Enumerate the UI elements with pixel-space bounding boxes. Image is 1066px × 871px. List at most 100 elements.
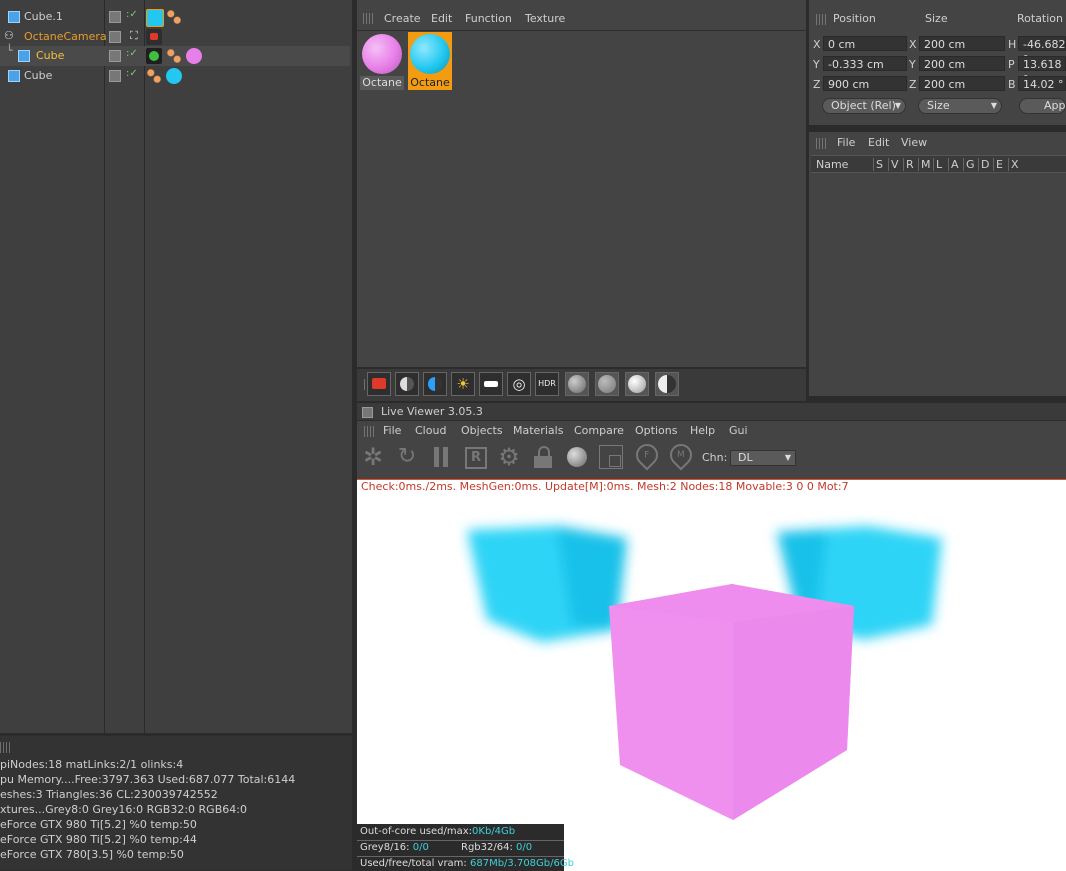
material-preview-sphere-icon[interactable] xyxy=(564,444,590,470)
object-row-octanecamera[interactable]: ⚇ OctaneCamera ⛶ xyxy=(0,27,350,47)
start-render-icon[interactable]: ✲ xyxy=(360,444,386,470)
viewer-menu-objects[interactable]: Objects xyxy=(461,424,503,437)
position-z-field[interactable]: 900 cm xyxy=(823,76,907,91)
diffuse-material-icon[interactable] xyxy=(395,372,419,396)
enabled-check-icon[interactable]: :✓ xyxy=(126,48,138,59)
focus-pick-icon[interactable]: F xyxy=(631,439,663,471)
layer-col-flag[interactable]: S xyxy=(873,158,888,171)
layer-col-flag[interactable]: X xyxy=(1008,158,1023,171)
hdr-environment-icon[interactable]: HDR xyxy=(535,372,559,396)
axis-label: Z xyxy=(813,78,821,91)
layer-col-flag[interactable]: G xyxy=(963,158,978,171)
clay-mode-icon[interactable] xyxy=(598,444,624,470)
size-z-field[interactable]: 200 cm xyxy=(919,76,1005,91)
target-icon[interactable]: ◎ xyxy=(507,372,531,396)
viewer-menu-cloud[interactable]: Cloud xyxy=(415,424,446,437)
render-camera-icon[interactable] xyxy=(367,372,391,396)
viewer-menu-file[interactable]: File xyxy=(383,424,401,437)
layer-flag-columns: SVRMLAGDEX xyxy=(873,158,1023,171)
material-tag-cyan[interactable] xyxy=(166,68,182,84)
material-pick-icon[interactable]: M xyxy=(665,439,697,471)
object-name: Cube.1 xyxy=(24,10,63,23)
cube-cyan-left xyxy=(467,526,627,642)
visibility-toggle[interactable] xyxy=(109,11,121,23)
enabled-check-icon[interactable]: :✓ xyxy=(126,9,138,20)
material-swatch-selected[interactable]: Octane xyxy=(408,32,452,90)
axis-label: Y xyxy=(813,58,820,71)
layer-col-flag[interactable]: L xyxy=(933,158,948,171)
region-render-icon[interactable]: R xyxy=(462,444,488,470)
menu-texture[interactable]: Texture xyxy=(525,12,565,25)
stats-line: eForce GTX 980 Ti[5.2] %0 temp:50 xyxy=(0,818,197,831)
octane-object-tag-icon[interactable] xyxy=(146,68,162,84)
visibility-toggle[interactable] xyxy=(109,31,121,43)
object-row-cube1[interactable]: Cube.1 :✓ xyxy=(0,7,350,27)
position-x-field[interactable]: 0 cm xyxy=(823,36,907,51)
size-x-field[interactable]: 200 cm xyxy=(919,36,1005,51)
menu-function[interactable]: Function xyxy=(465,12,512,25)
object-row-cube-child[interactable]: └ Cube :✓ xyxy=(0,44,350,66)
material-sphere-gray-icon[interactable] xyxy=(565,372,589,396)
visibility-toggle[interactable] xyxy=(109,50,121,62)
menu-edit[interactable]: Edit xyxy=(431,12,452,25)
rotation-h-field[interactable]: -46.682 ° xyxy=(1018,36,1066,66)
menu-create[interactable]: Create xyxy=(384,12,421,25)
pause-render-icon[interactable] xyxy=(428,444,454,470)
window-icon[interactable] xyxy=(362,407,373,418)
camera-target-icon[interactable]: ⛶ xyxy=(130,29,138,43)
area-light-icon[interactable] xyxy=(479,372,503,396)
phong-tag-icon[interactable] xyxy=(146,48,162,64)
layer-grip-icon[interactable] xyxy=(816,138,826,149)
layer-col-flag[interactable]: D xyxy=(978,158,993,171)
object-row-cube[interactable]: Cube :✓ xyxy=(0,66,350,86)
layer-menu-file[interactable]: File xyxy=(837,136,855,149)
stats-grip-icon[interactable] xyxy=(0,742,10,756)
camera-tag-icon[interactable] xyxy=(146,29,162,45)
viewer-menu-help[interactable]: Help xyxy=(690,424,715,437)
enabled-check-icon[interactable]: :✓ xyxy=(126,68,138,79)
octane-object-tag-icon[interactable] xyxy=(166,48,182,64)
apply-button[interactable]: Apply xyxy=(1019,98,1066,114)
material-sphere-metal-icon[interactable] xyxy=(595,372,619,396)
layer-col-flag[interactable]: R xyxy=(903,158,918,171)
viewer-menu-compare[interactable]: Compare xyxy=(574,424,624,437)
material-swatch[interactable]: Octane xyxy=(360,32,404,90)
lock-icon[interactable] xyxy=(530,444,556,470)
viewer-grip-icon[interactable] xyxy=(364,426,374,437)
glossy-material-icon[interactable] xyxy=(423,372,447,396)
position-y-field[interactable]: -0.333 cm xyxy=(823,56,907,71)
material-menu: Create Edit Function Texture xyxy=(357,8,806,31)
viewer-menu-materials[interactable]: Materials xyxy=(513,424,563,437)
stats-line: pu Memory....Free:3797.363 Used:687.077 … xyxy=(0,773,296,786)
layer-col-flag[interactable]: A xyxy=(948,158,963,171)
octane-object-tag-icon[interactable] xyxy=(166,9,182,25)
channel-label: Chn: xyxy=(702,451,728,464)
viewer-menu-options[interactable]: Options xyxy=(635,424,677,437)
coordinate-mode-dropdown[interactable]: Object (Rel) ▼ xyxy=(822,98,906,114)
overlay-line xyxy=(357,840,564,841)
coords-grip-icon[interactable] xyxy=(816,14,826,25)
channel-dropdown[interactable]: DL ▼ xyxy=(730,450,796,466)
layer-col-name[interactable]: Name xyxy=(816,158,848,171)
material-grip-icon[interactable] xyxy=(363,13,373,24)
rotation-p-field[interactable]: 13.618 ° xyxy=(1018,56,1066,86)
settings-gear-icon[interactable]: ⚙ xyxy=(496,444,522,470)
size-mode-dropdown[interactable]: Size ▼ xyxy=(918,98,1002,114)
layer-col-flag[interactable]: E xyxy=(993,158,1008,171)
viewer-menu-gui[interactable]: Gui xyxy=(729,424,748,437)
material-tag-cyan[interactable] xyxy=(146,9,164,27)
axis-label: B xyxy=(1008,78,1016,91)
material-sphere-toon-icon[interactable] xyxy=(655,372,679,396)
layer-col-flag[interactable]: V xyxy=(888,158,903,171)
layer-menu-view[interactable]: View xyxy=(901,136,927,149)
material-tag-pink[interactable] xyxy=(186,48,202,64)
layer-menu-edit[interactable]: Edit xyxy=(868,136,889,149)
layer-col-flag[interactable]: M xyxy=(918,158,933,171)
rotation-b-field[interactable]: 14.02 ° xyxy=(1018,76,1066,91)
render-viewport[interactable]: Check:0ms./2ms. MeshGen:0ms. Update[M]:0… xyxy=(357,479,1066,871)
visibility-toggle[interactable] xyxy=(109,70,121,82)
sun-light-icon[interactable]: ☀ xyxy=(451,372,475,396)
material-sphere-spec-icon[interactable] xyxy=(625,372,649,396)
size-y-field[interactable]: 200 cm xyxy=(919,56,1005,71)
restart-render-icon[interactable]: ↻ xyxy=(394,444,420,470)
